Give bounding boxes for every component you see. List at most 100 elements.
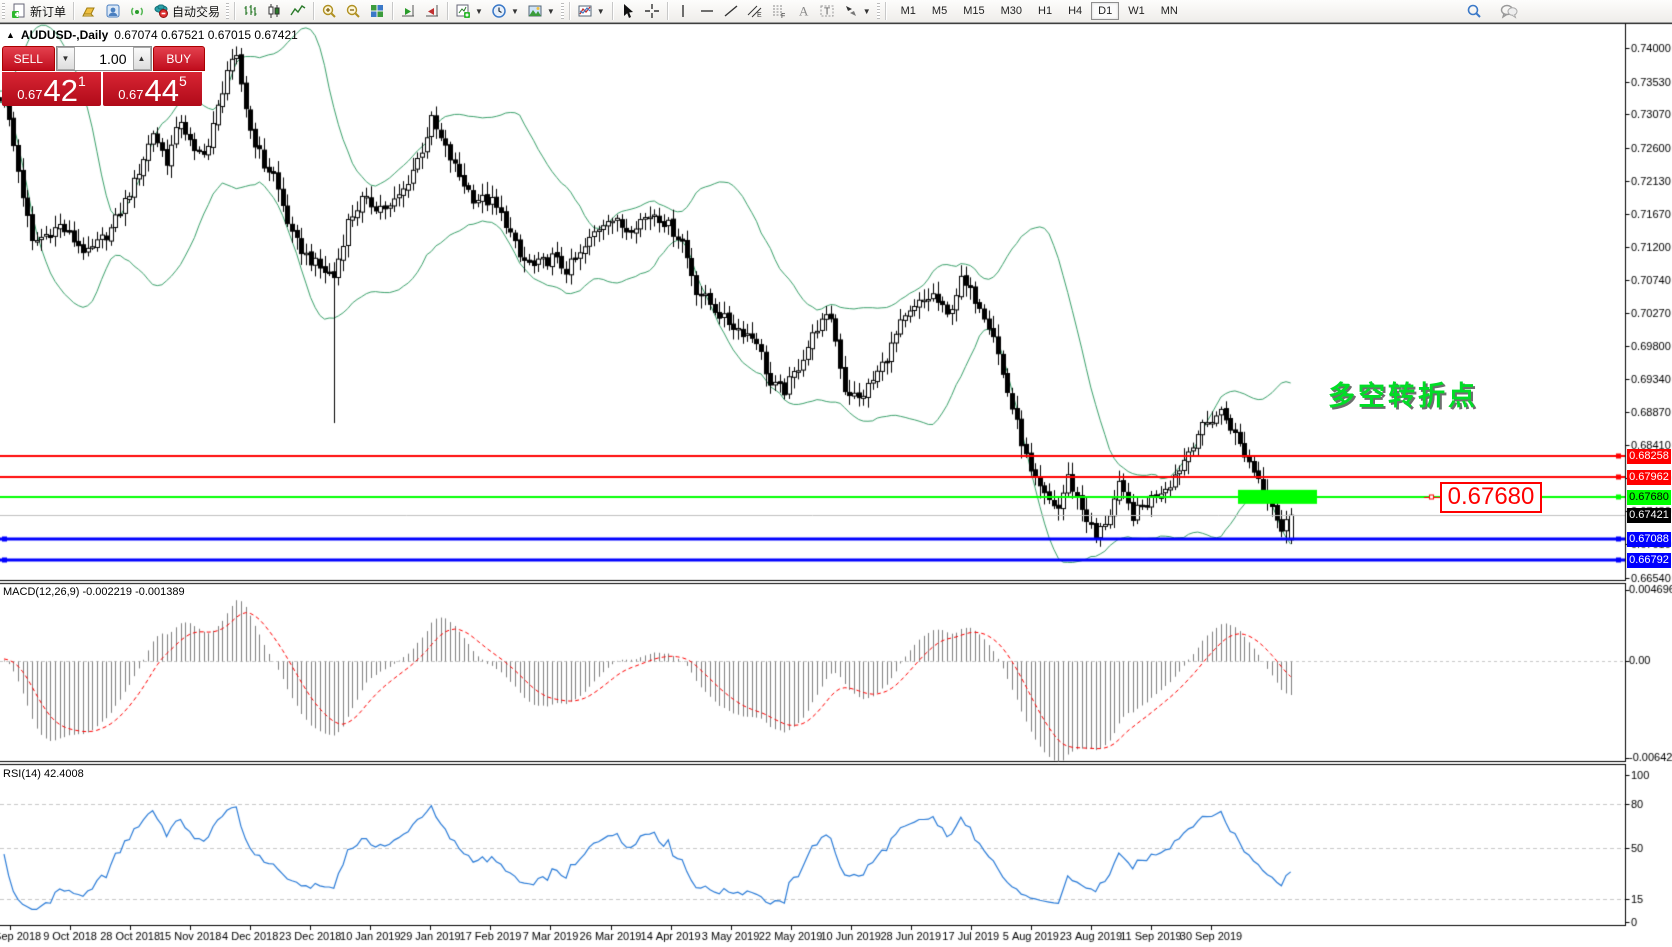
signals-button[interactable]	[125, 1, 149, 21]
svg-text:F: F	[781, 13, 785, 19]
tile-windows-button[interactable]	[365, 1, 389, 21]
chat-bubbles-icon	[1500, 3, 1518, 19]
svg-text:T: T	[824, 7, 830, 18]
channel-icon: E	[747, 3, 763, 19]
text-button[interactable]: A	[791, 1, 815, 21]
arrows-icon	[843, 3, 859, 19]
current-price-label: 0.67421	[1627, 508, 1671, 523]
svg-text:E: E	[757, 12, 762, 19]
candlestick-button[interactable]	[262, 1, 286, 21]
autotrading-icon	[153, 3, 169, 19]
trendline-button[interactable]	[719, 1, 743, 21]
chart-shift-button[interactable]	[420, 1, 444, 21]
new-chart-icon	[455, 3, 471, 19]
timeframe-h4[interactable]: H4	[1061, 2, 1089, 20]
buy-price-main: 44	[145, 76, 179, 105]
sell-price-pip: 1	[78, 75, 86, 87]
new-order-icon	[11, 3, 27, 19]
hline-price-label: 0.67088	[1627, 532, 1671, 547]
hline-price-label: 0.66792	[1627, 553, 1671, 568]
timeframe-group: M1M5M15M30H1H4D1W1MN	[893, 2, 1186, 20]
chart-header: ▲ AUDUSD-,Daily 0.67074 0.67521 0.67015 …	[6, 28, 298, 42]
candlestick-icon	[266, 3, 282, 19]
crosshair-icon	[644, 3, 660, 19]
new-chart-dropdown[interactable]: ▼	[451, 1, 487, 21]
timeframe-h1[interactable]: H1	[1031, 2, 1059, 20]
chart-title: AUDUSD-,Daily	[21, 28, 108, 42]
text-icon: A	[795, 3, 811, 19]
dropdown-caret: ▼	[475, 7, 483, 16]
indicators-dropdown[interactable]: ▼	[573, 1, 609, 21]
signal-icon	[129, 3, 145, 19]
community-button[interactable]	[101, 1, 125, 21]
dropdown-caret: ▼	[547, 7, 555, 16]
zoom-in-icon	[321, 3, 337, 19]
buy-button[interactable]: BUY	[153, 46, 206, 71]
chart-ohlc: 0.67074 0.67521 0.67015 0.67421	[114, 28, 298, 42]
shapes-dropdown[interactable]: ▼	[839, 1, 875, 21]
tile-windows-icon	[369, 3, 385, 19]
buy-price-button[interactable]: 0.67 44 5	[103, 72, 202, 106]
label-button[interactable]: T	[815, 1, 839, 21]
timeframe-mn[interactable]: MN	[1154, 2, 1185, 20]
auto-scroll-button[interactable]	[396, 1, 420, 21]
search-icon	[1466, 3, 1482, 19]
sell-button[interactable]: SELL	[2, 46, 55, 71]
timeframe-m30[interactable]: M30	[994, 2, 1029, 20]
toolbar-grip[interactable]	[2, 3, 5, 19]
chart-canvas[interactable]	[0, 0, 1672, 947]
horizontal-line-button[interactable]	[695, 1, 719, 21]
horizontal-line-icon	[699, 3, 715, 19]
templates-dropdown[interactable]: ▼	[523, 1, 559, 21]
template-icon	[527, 3, 543, 19]
collapse-panel-icon[interactable]: ▲	[6, 30, 15, 40]
community-chat-button[interactable]	[1496, 1, 1522, 21]
dropdown-caret: ▼	[863, 7, 871, 16]
autotrading-button[interactable]: 自动交易	[149, 1, 224, 21]
label-icon: T	[819, 3, 835, 19]
fibonacci-button[interactable]: F	[767, 1, 791, 21]
bar-chart-icon	[242, 3, 258, 19]
channel-button[interactable]: E	[743, 1, 767, 21]
hline-price-label: 0.67962	[1627, 470, 1671, 485]
new-order-label: 新订单	[30, 3, 66, 20]
line-chart-button[interactable]	[286, 1, 310, 21]
toolbar: 新订单 自动交易 ▼ ▼	[0, 0, 1672, 23]
gold-icon	[81, 3, 97, 19]
buy-price-pip: 5	[179, 75, 187, 87]
line-chart-icon	[290, 3, 306, 19]
timeframe-w1[interactable]: W1	[1121, 2, 1152, 20]
sell-price-prefix: 0.67	[17, 85, 42, 105]
sell-price-button[interactable]: 0.67 42 1	[2, 72, 101, 106]
hline-price-label: 0.68258	[1627, 449, 1671, 464]
volume-increase-button[interactable]: ▲	[133, 47, 151, 70]
market-watch-button[interactable]	[77, 1, 101, 21]
zoom-out-icon	[345, 3, 361, 19]
timeframe-d1[interactable]: D1	[1091, 2, 1119, 20]
timeframe-m5[interactable]: M5	[925, 2, 954, 20]
sell-price-main: 42	[44, 76, 78, 105]
bar-chart-button[interactable]	[238, 1, 262, 21]
dropdown-caret: ▼	[511, 7, 519, 16]
new-order-button[interactable]: 新订单	[7, 1, 70, 21]
hline-price-label: 0.67680	[1627, 490, 1671, 505]
vertical-line-button[interactable]	[671, 1, 695, 21]
turning-point-annotation: 多空转折点	[1328, 374, 1478, 413]
price-callout-label: 0.67680	[1440, 482, 1542, 513]
clock-icon	[491, 3, 507, 19]
cursor-button[interactable]	[616, 1, 640, 21]
cursor-icon	[620, 3, 636, 19]
periods-dropdown[interactable]: ▼	[487, 1, 523, 21]
crosshair-button[interactable]	[640, 1, 664, 21]
macd-indicator-label: MACD(12,26,9) -0.002219 -0.001389	[3, 586, 185, 598]
timeframe-m15[interactable]: M15	[956, 2, 991, 20]
volume-input[interactable]	[75, 47, 133, 70]
volume-decrease-button[interactable]: ▼	[57, 47, 75, 70]
timeframe-m1[interactable]: M1	[894, 2, 923, 20]
zoom-out-button[interactable]	[341, 1, 365, 21]
chart-shift-icon	[424, 3, 440, 19]
auto-scroll-icon	[400, 3, 416, 19]
buy-price-prefix: 0.67	[118, 85, 143, 105]
search-button[interactable]	[1462, 1, 1486, 21]
zoom-in-button[interactable]	[317, 1, 341, 21]
